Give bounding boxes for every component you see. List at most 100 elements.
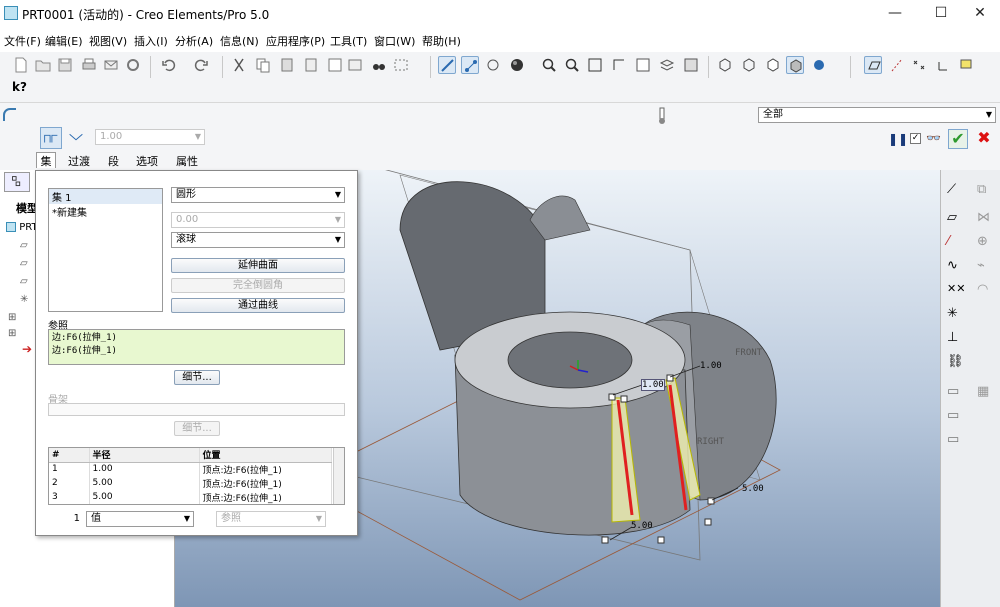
row-radius[interactable]: 1.00 bbox=[89, 462, 200, 476]
datum-points-icon[interactable] bbox=[910, 56, 928, 74]
dimension-label[interactable]: 1.00 bbox=[700, 361, 722, 371]
saved-views-icon[interactable] bbox=[634, 56, 652, 74]
sketch-tool-icon[interactable]: ⟋ bbox=[947, 182, 956, 197]
menu-applications[interactable]: 应用程序(P) bbox=[266, 33, 325, 49]
tab-options[interactable]: 选项 bbox=[136, 153, 158, 169]
layers-icon[interactable] bbox=[658, 56, 676, 74]
menu-view[interactable]: 视图(V) bbox=[89, 33, 127, 49]
row-location[interactable]: 顶点:边:F6(拉伸_1) bbox=[199, 476, 332, 490]
glasses-icon[interactable]: 👓 bbox=[926, 131, 941, 145]
transition-mode-icon[interactable] bbox=[66, 127, 88, 149]
ok-button[interactable]: ✔ bbox=[948, 129, 968, 149]
table-row[interactable]: 2 5.00 顶点:边:F6(拉伸_1) bbox=[49, 476, 332, 490]
tree-root[interactable]: PRT bbox=[6, 222, 38, 233]
tab-transition[interactable]: 过渡 bbox=[68, 153, 90, 169]
analysis-tool-icon[interactable]: ⊥ bbox=[947, 330, 958, 345]
zoom-in-icon[interactable] bbox=[540, 56, 558, 74]
preview-checkbox[interactable]: ✓ bbox=[910, 133, 921, 144]
tree-expand-icon[interactable]: ⊞ bbox=[8, 328, 16, 339]
select-box-icon[interactable] bbox=[392, 56, 410, 74]
row-location[interactable]: 顶点:边:F6(拉伸_1) bbox=[199, 462, 332, 476]
through-curve-button[interactable]: 通过曲线 bbox=[171, 298, 345, 313]
set-list[interactable]: 集 1 *新建集 bbox=[48, 188, 163, 312]
mail-icon[interactable] bbox=[102, 56, 120, 74]
cancel-button[interactable]: ✖ bbox=[974, 129, 994, 149]
save-icon[interactable] bbox=[56, 56, 74, 74]
minimize-button[interactable]: — bbox=[880, 2, 910, 24]
radius-input[interactable]: 1.00 ▼ bbox=[95, 129, 205, 145]
trim-tool-icon[interactable]: ⌁ bbox=[977, 258, 985, 273]
tree-datum-plane-icon[interactable]: ▱ bbox=[20, 276, 28, 287]
menu-file[interactable]: 文件(F) bbox=[4, 33, 41, 49]
radius-table[interactable]: # 半径 位置 1 1.00 顶点:边:F6(拉伸_1) 2 5.00 顶点:边… bbox=[48, 447, 345, 505]
open-folder-icon[interactable] bbox=[34, 56, 52, 74]
menu-edit[interactable]: 编辑(E) bbox=[45, 33, 83, 49]
datum-planes-icon[interactable] bbox=[864, 56, 882, 74]
row-radius[interactable]: 5.00 bbox=[89, 476, 200, 490]
menu-tools[interactable]: 工具(T) bbox=[330, 33, 367, 49]
dimension-label[interactable]: 5.00 bbox=[742, 484, 764, 494]
datum-axes-icon[interactable] bbox=[888, 56, 906, 74]
reorient-icon[interactable] bbox=[610, 56, 628, 74]
datum-axis-tool-icon[interactable]: ⁄ bbox=[947, 234, 949, 249]
reference-item[interactable]: 边:F6(拉伸_1) bbox=[49, 330, 344, 343]
annotations-icon[interactable] bbox=[958, 56, 976, 74]
cut-icon[interactable] bbox=[230, 56, 248, 74]
sweep-tool-icon[interactable]: ▭ bbox=[947, 432, 959, 447]
tab-set[interactable]: 集 bbox=[36, 152, 56, 168]
set-list-item-new[interactable]: *新建集 bbox=[49, 204, 162, 219]
appearance-sphere-icon[interactable] bbox=[508, 56, 526, 74]
extend-surface-button[interactable]: 延伸曲面 bbox=[171, 258, 345, 273]
paste-icon[interactable] bbox=[278, 56, 296, 74]
pattern-icon[interactable] bbox=[346, 56, 364, 74]
tree-expand-icon[interactable]: ⊞ bbox=[8, 312, 16, 323]
merge-tool-icon[interactable]: ⊕ bbox=[977, 234, 988, 249]
orient-mode-icon[interactable] bbox=[484, 56, 502, 74]
datum-point-tool-icon[interactable]: ✕✕ bbox=[947, 282, 965, 295]
tree-datum-plane-icon[interactable]: ▱ bbox=[20, 240, 28, 251]
details-button[interactable]: 细节... bbox=[174, 370, 220, 385]
tree-datum-plane-icon[interactable]: ▱ bbox=[20, 258, 28, 269]
references-collector[interactable]: 边:F6(拉伸_1) 边:F6(拉伸_1) bbox=[48, 329, 345, 365]
paste-special-icon[interactable] bbox=[302, 56, 320, 74]
coord-sys-icon[interactable] bbox=[934, 56, 952, 74]
filter-select[interactable]: 全部 ▼ bbox=[758, 107, 996, 123]
table-row[interactable]: 3 5.00 顶点:边:F6(拉伸_1) bbox=[49, 490, 332, 504]
menu-insert[interactable]: 插入(I) bbox=[134, 33, 168, 49]
set-mode-icon[interactable] bbox=[40, 127, 62, 149]
select-icon[interactable] bbox=[326, 56, 344, 74]
tab-properties[interactable]: 属性 bbox=[176, 153, 198, 169]
tab-segment[interactable]: 段 bbox=[108, 153, 119, 169]
menu-info[interactable]: 信息(N) bbox=[220, 33, 259, 49]
spin-center-icon[interactable] bbox=[461, 56, 479, 74]
redo-icon[interactable] bbox=[192, 56, 210, 74]
hidden-line-icon[interactable] bbox=[740, 56, 758, 74]
enhanced-realism-icon[interactable] bbox=[810, 56, 828, 74]
new-file-icon[interactable] bbox=[12, 56, 30, 74]
menu-analysis[interactable]: 分析(A) bbox=[175, 33, 213, 49]
reference-item[interactable]: 边:F6(拉伸_1) bbox=[49, 343, 344, 356]
copy-icon[interactable] bbox=[254, 56, 272, 74]
maximize-button[interactable]: ☐ bbox=[926, 2, 956, 24]
menu-help[interactable]: 帮助(H) bbox=[422, 33, 461, 49]
shading-icon[interactable] bbox=[786, 56, 804, 74]
set-list-item[interactable]: 集 1 bbox=[49, 189, 162, 204]
pause-icon[interactable]: ❚❚ bbox=[888, 132, 908, 146]
copy-tool-icon[interactable]: ⧉ bbox=[977, 182, 986, 197]
row-radius[interactable]: 5.00 bbox=[89, 490, 200, 504]
mirror-tool-icon[interactable]: ⋈ bbox=[977, 210, 990, 225]
offset-tool-icon[interactable]: ◠ bbox=[977, 282, 988, 297]
wireframe-icon[interactable] bbox=[716, 56, 734, 74]
zoom-out-icon[interactable] bbox=[563, 56, 581, 74]
tree-coord-sys-icon[interactable]: ✳ bbox=[20, 294, 28, 305]
row-location[interactable]: 顶点:边:F6(拉伸_1) bbox=[199, 490, 332, 504]
revolve-tool-icon[interactable]: ▭ bbox=[947, 408, 959, 423]
chain-tool-icon[interactable]: ⛓ bbox=[947, 354, 964, 369]
pattern-tool-icon[interactable]: ▦ bbox=[977, 384, 989, 399]
redraw-icon[interactable] bbox=[438, 56, 456, 74]
table-row[interactable]: 1 1.00 顶点:边:F6(拉伸_1) bbox=[49, 462, 332, 476]
coord-sys-tool-icon[interactable]: ✳ bbox=[947, 306, 958, 321]
datum-curve-tool-icon[interactable]: ∿ bbox=[947, 258, 958, 273]
close-window-button[interactable]: ✕ bbox=[965, 2, 995, 24]
datum-plane-tool-icon[interactable]: ▱ bbox=[947, 210, 957, 225]
